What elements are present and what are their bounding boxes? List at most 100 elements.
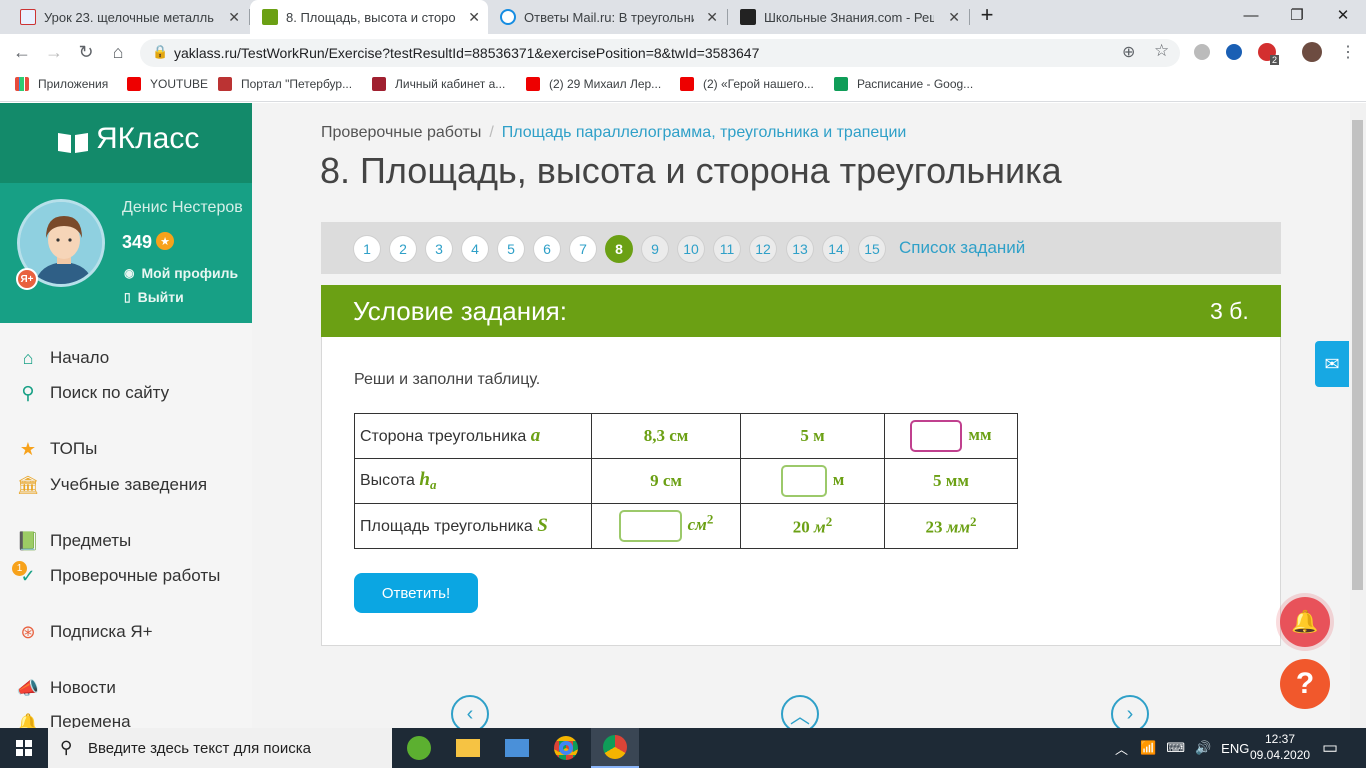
coat-of-arms-icon — [218, 77, 232, 91]
table-cell: 8,3 см — [591, 413, 741, 459]
page-1[interactable]: 1 — [353, 235, 381, 263]
site-logo[interactable]: ЯКласс — [96, 122, 199, 156]
notification-center-icon[interactable]: ▭ — [1322, 738, 1338, 758]
help-question-icon[interactable]: ? — [1280, 659, 1330, 709]
feedback-mail-icon[interactable]: ✉ — [1315, 341, 1349, 387]
bookmark-schedule[interactable]: Расписание - Goog... — [834, 77, 973, 91]
nav-search[interactable]: ⚲ Поиск по сайту — [16, 382, 169, 404]
page-10[interactable]: 10 — [677, 235, 705, 263]
new-tab-button[interactable]: + — [970, 0, 1004, 30]
add-icon[interactable]: ⊕ — [1122, 42, 1135, 62]
utorrent-icon[interactable] — [395, 728, 443, 768]
page-4[interactable]: 4 — [461, 235, 489, 263]
keyboard-icon[interactable]: ⌨ — [1166, 740, 1185, 756]
ya-plus-badge: Я+ — [16, 268, 38, 290]
windows-logo-icon — [16, 740, 32, 756]
home-icon: ⌂ — [22, 347, 34, 368]
page-12[interactable]: 12 — [749, 235, 777, 263]
task-instruction: Реши и заполни таблицу. — [354, 371, 541, 388]
file-explorer-icon[interactable] — [444, 728, 492, 768]
browser-tab-3[interactable]: Ответы Mail.ru: В треугольнике ✕ — [488, 0, 726, 34]
nav-institutions[interactable]: 🏛 Учебные заведения — [16, 474, 208, 496]
chrome-icon[interactable] — [542, 728, 590, 768]
url-text[interactable]: yaklass.ru/TestWorkRun/Exercise?testResu… — [174, 45, 759, 61]
page-7[interactable]: 7 — [569, 235, 597, 263]
home-icon[interactable]: ⌂ — [106, 40, 130, 64]
nav-subjects[interactable]: 📗 Предметы — [16, 530, 131, 552]
network-icon[interactable]: 📶 — [1140, 740, 1156, 756]
bookmark-portal[interactable]: Портал "Петербур... — [218, 77, 352, 91]
browser-tab-2-active[interactable]: 8. Площадь, высота и сторона т ✕ — [250, 0, 488, 34]
browser-tab-4[interactable]: Школьные Знания.com - Решае ✕ — [728, 0, 968, 34]
volume-icon[interactable]: 🔊 — [1195, 740, 1211, 756]
logout-link[interactable]: ▯ Выйти — [124, 289, 184, 305]
nav-tops[interactable]: ★ ТОПы — [16, 438, 97, 460]
page-6[interactable]: 6 — [533, 235, 561, 263]
page-9[interactable]: 9 — [641, 235, 669, 263]
table-cell: 23 мм2 — [884, 503, 1018, 549]
nav-tests[interactable]: ✓ Проверочные работы — [16, 565, 220, 587]
system-tray: ︿ 📶 ⌨ 🔊 ENG — [1115, 728, 1249, 768]
height-m-input[interactable] — [780, 465, 827, 497]
profile-avatar[interactable] — [1302, 42, 1322, 62]
institution-icon: 🏛 — [16, 474, 40, 495]
area-cm2-input[interactable] — [618, 510, 682, 542]
windows-start-icon[interactable] — [0, 728, 48, 768]
task-score: 3 б. — [1210, 298, 1249, 324]
notifications-bell-icon[interactable]: 🔔 — [1280, 597, 1330, 647]
side-mm-input[interactable] — [910, 420, 963, 452]
ya-icon — [20, 9, 36, 25]
nav-home[interactable]: ⌂ Начало — [16, 347, 110, 369]
download-icon[interactable] — [1226, 44, 1242, 60]
extension-badge: 2 — [1270, 55, 1280, 65]
close-tab-icon[interactable]: ✕ — [228, 9, 240, 26]
nav-news[interactable]: 📣 Новости — [16, 677, 116, 699]
system-clock[interactable]: 12:37 09.04.2020 — [1250, 731, 1310, 763]
bookmark-apps[interactable]: Приложения — [15, 77, 108, 91]
page-8-current[interactable]: 8 — [605, 235, 633, 263]
page-5[interactable]: 5 — [497, 235, 525, 263]
user-points: 349 — [122, 232, 153, 252]
bookmark-video-1[interactable]: (2) 29 Михаил Лер... — [526, 77, 661, 91]
table-row: Площадь треугольника S см2 20 м2 23 мм2 — [354, 503, 1018, 549]
bookmark-video-2[interactable]: (2) «Герой нашего... — [680, 77, 814, 91]
page-13[interactable]: 13 — [786, 235, 814, 263]
lock-icon[interactable]: 🔒 — [152, 44, 168, 60]
close-tab-icon[interactable]: ✕ — [468, 9, 480, 26]
submit-answer-button[interactable]: Ответить! — [354, 573, 478, 613]
desktop-app-icon[interactable] — [493, 728, 541, 768]
close-tab-icon[interactable]: ✕ — [948, 9, 960, 26]
task-list-link[interactable]: Список заданий — [899, 238, 1025, 258]
nav-break[interactable]: 🔔 Перемена — [16, 712, 131, 728]
page-11[interactable]: 11 — [713, 235, 741, 263]
bookmark-cabinet[interactable]: Личный кабинет а... — [372, 77, 505, 91]
taskbar-search[interactable]: Введите здесь текст для поиска — [48, 728, 392, 768]
browser-tab-1[interactable]: Урок 23. щелочные металлы. ф ✕ — [8, 0, 248, 34]
breadcrumb-root[interactable]: Проверочные работы — [321, 124, 481, 141]
bookmark-star-icon[interactable]: ☆ — [1154, 41, 1169, 61]
back-icon[interactable]: ← — [10, 40, 34, 64]
page-3[interactable]: 3 — [425, 235, 453, 263]
language-indicator[interactable]: ENG — [1221, 741, 1249, 756]
megaphone-icon: 📣 — [16, 677, 40, 698]
scrollbar-thumb[interactable] — [1352, 120, 1363, 590]
my-profile-link[interactable]: ◉ Мой профиль — [124, 265, 238, 281]
page-2[interactable]: 2 — [389, 235, 417, 263]
close-tab-icon[interactable]: ✕ — [706, 9, 718, 26]
page-14[interactable]: 14 — [822, 235, 850, 263]
table-cell: 9 см — [591, 458, 741, 504]
menu-kebab-icon[interactable]: ⋮ — [1340, 42, 1356, 62]
chrome-active-icon[interactable] — [591, 728, 639, 768]
forward-icon[interactable]: → — [42, 40, 66, 64]
close-window-icon[interactable]: ✕ — [1320, 0, 1366, 30]
reload-icon[interactable]: ↻ — [74, 40, 98, 64]
youtube-icon — [127, 77, 141, 91]
restore-icon[interactable]: ❐ — [1274, 0, 1320, 30]
breadcrumb-section[interactable]: Площадь параллелограмма, треугольника и … — [502, 124, 907, 141]
page-15[interactable]: 15 — [858, 235, 886, 263]
chevron-up-icon[interactable]: ︿ — [1115, 739, 1128, 758]
minimize-icon[interactable]: — — [1228, 0, 1274, 30]
nav-subscription[interactable]: ⊛ Подписка Я+ — [16, 621, 152, 643]
bookmark-youtube[interactable]: YOUTUBE — [127, 77, 208, 91]
extension-icon[interactable] — [1194, 44, 1210, 60]
